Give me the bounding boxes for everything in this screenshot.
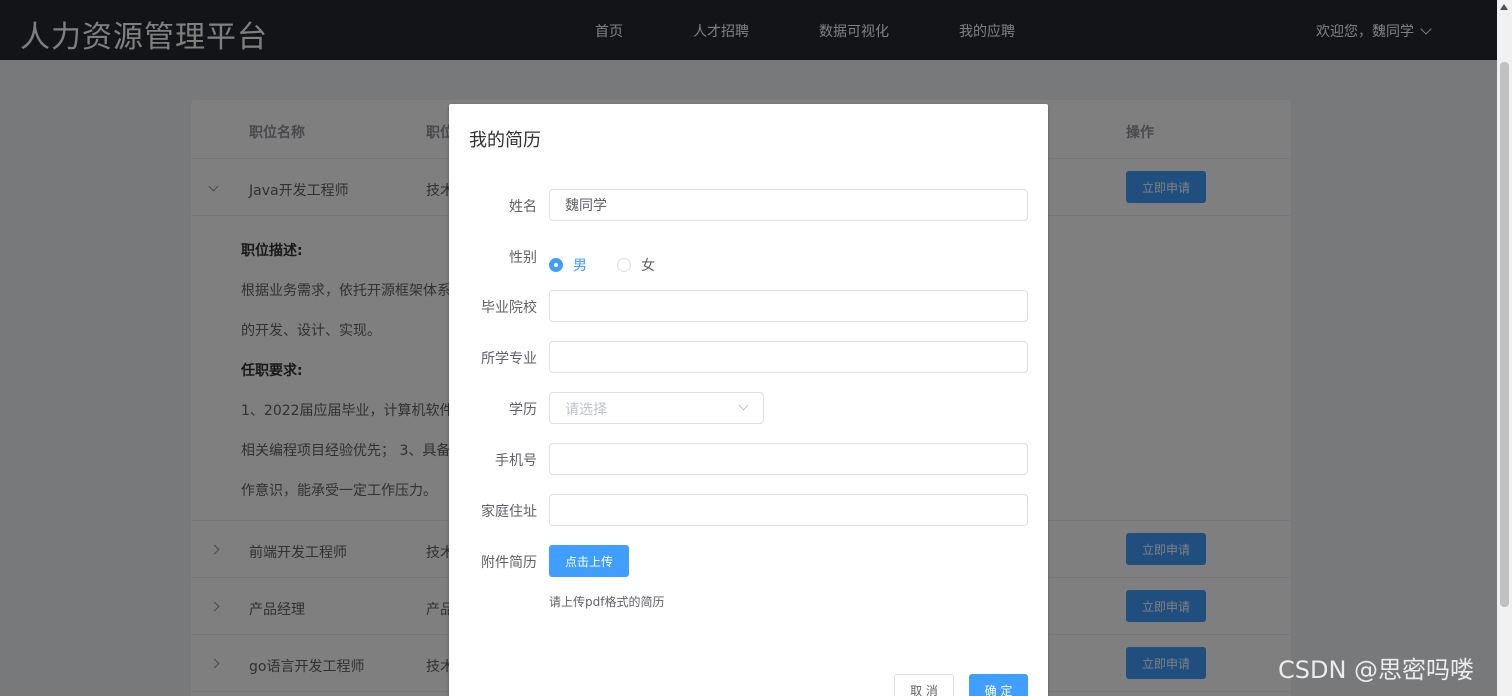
radio-unchecked-icon <box>617 258 631 272</box>
gender-label: 性别 <box>509 250 537 266</box>
cancel-button[interactable]: 取 消 <box>894 674 954 696</box>
resume-dialog: 我的简历 姓名 性别 男 女 毕业院校 所学专业 学历 请选择 手机号 家庭住址… <box>449 104 1048 696</box>
radio-label: 男 <box>573 258 587 274</box>
address-label: 家庭住址 <box>481 504 537 520</box>
select-placeholder: 请选择 <box>565 402 607 418</box>
school-input[interactable] <box>549 290 1028 322</box>
school-label: 毕业院校 <box>481 300 537 316</box>
confirm-button[interactable]: 确 定 <box>969 674 1028 696</box>
phone-input[interactable] <box>549 443 1028 475</box>
name-input[interactable] <box>549 189 1028 221</box>
address-input[interactable] <box>549 494 1028 526</box>
watermark-text: CSDN @思密吗喽 <box>1278 656 1475 684</box>
radio-checked-icon <box>549 258 563 272</box>
education-select[interactable]: 请选择 <box>549 392 764 424</box>
upload-tip: 请上传pdf格式的简历 <box>549 595 665 609</box>
upload-button[interactable]: 点击上传 <box>549 545 629 577</box>
name-label: 姓名 <box>509 199 537 215</box>
scrollbar-thumb[interactable] <box>1500 62 1509 607</box>
scroll-up-arrow-icon[interactable] <box>1500 4 1508 10</box>
major-label: 所学专业 <box>481 351 537 367</box>
gender-radio-male[interactable]: 男 <box>549 255 587 275</box>
gender-radio-female[interactable]: 女 <box>617 255 655 275</box>
attachment-label: 附件简历 <box>481 555 537 571</box>
chevron-down-icon <box>738 400 749 411</box>
education-label: 学历 <box>509 402 537 418</box>
dialog-title: 我的简历 <box>469 130 541 151</box>
major-input[interactable] <box>549 341 1028 373</box>
radio-label: 女 <box>641 258 655 274</box>
phone-label: 手机号 <box>495 453 537 469</box>
